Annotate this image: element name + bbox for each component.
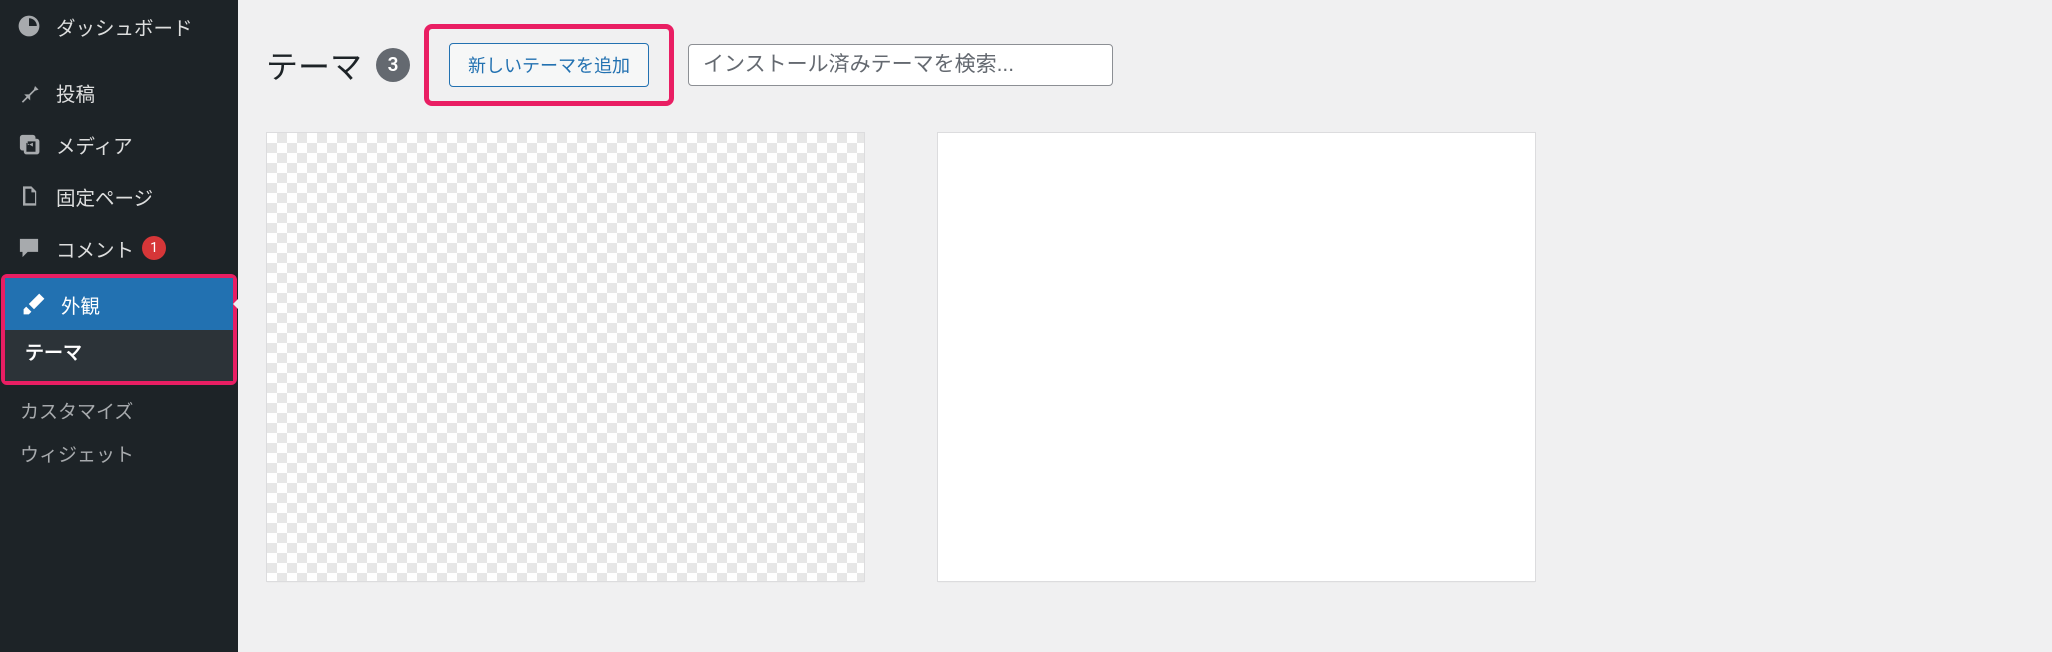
submenu-item-themes[interactable]: テーマ (5, 330, 233, 373)
sidebar-item-dashboard[interactable]: ダッシュボード (0, 0, 238, 52)
sidebar-label: 固定ページ (56, 182, 153, 211)
appearance-submenu-rest: カスタマイズ ウィジェット (0, 385, 238, 483)
theme-count-badge: 3 (376, 48, 410, 82)
dashboard-icon (16, 13, 42, 39)
sidebar-label: 外観 (61, 290, 100, 319)
sidebar-label: ダッシュボード (56, 12, 193, 41)
highlight-add-button: 新しいテーマを追加 (424, 24, 674, 106)
sidebar-item-pages[interactable]: 固定ページ (0, 170, 238, 222)
sidebar-label: メディア (56, 130, 133, 159)
media-icon (16, 131, 42, 157)
appearance-submenu: テーマ (5, 330, 233, 381)
submenu-label: ウィジェット (20, 443, 134, 466)
theme-search-input[interactable] (688, 44, 1113, 86)
submenu-item-customize[interactable]: カスタマイズ (0, 389, 238, 432)
brush-icon (21, 291, 47, 317)
theme-grid (266, 132, 2024, 582)
sidebar-label: コメント (56, 234, 134, 263)
comment-icon (16, 235, 42, 261)
sidebar-item-media[interactable]: メディア (0, 118, 238, 170)
page-title-text: テーマ (266, 42, 362, 88)
submenu-item-widgets[interactable]: ウィジェット (0, 432, 238, 475)
page-header: テーマ 3 新しいテーマを追加 (266, 24, 2024, 106)
theme-card[interactable] (266, 132, 865, 582)
main-content: テーマ 3 新しいテーマを追加 (238, 0, 2052, 652)
sidebar-item-appearance[interactable]: 外観 (5, 278, 233, 330)
page-title: テーマ 3 (266, 42, 410, 88)
pin-icon (16, 79, 42, 105)
submenu-label: テーマ (25, 341, 82, 364)
highlight-appearance-group: 外観 テーマ (1, 274, 237, 385)
sidebar-item-comments[interactable]: コメント 1 (0, 222, 238, 274)
pages-icon (16, 183, 42, 209)
sidebar-label: 投稿 (56, 78, 95, 107)
add-new-theme-button[interactable]: 新しいテーマを追加 (449, 43, 649, 87)
sidebar-item-posts[interactable]: 投稿 (0, 66, 238, 118)
submenu-label: カスタマイズ (20, 400, 133, 423)
comments-count-badge: 1 (142, 236, 166, 260)
theme-card[interactable] (937, 132, 1536, 582)
admin-sidebar: ダッシュボード 投稿 メディア 固定ページ コメント 1 外観 (0, 0, 238, 652)
